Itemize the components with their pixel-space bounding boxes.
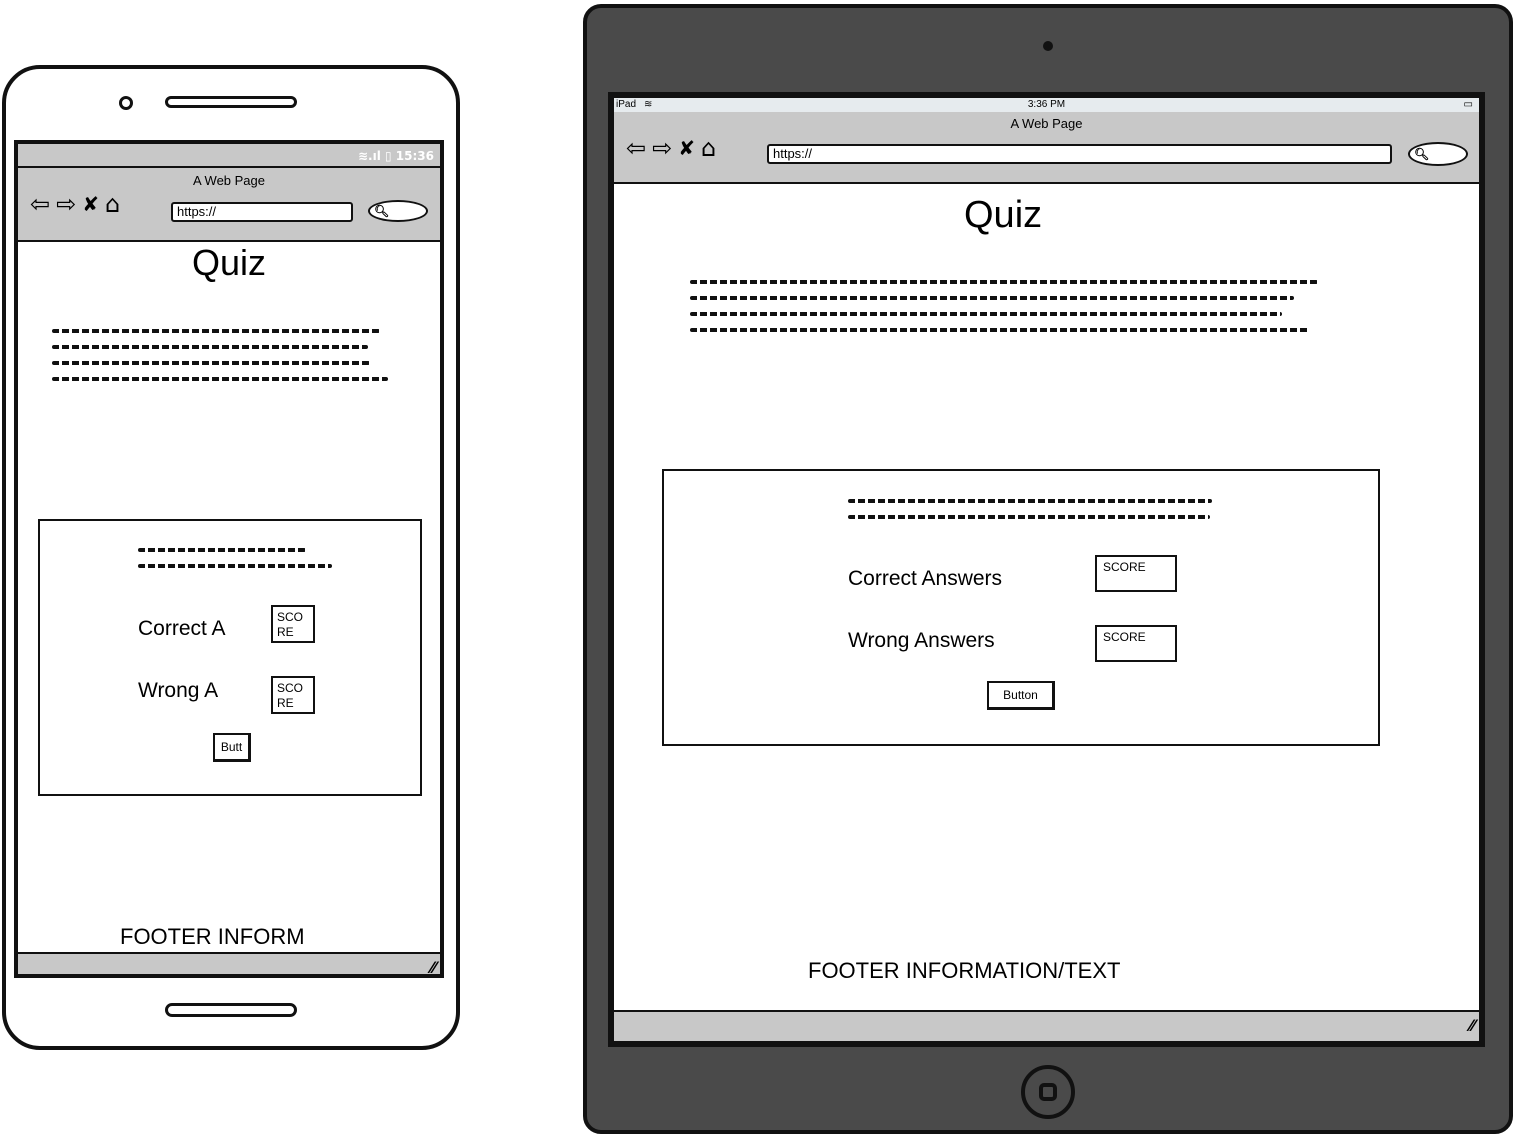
phone-browser-toolbar: A Web Page ⇦ ⇨ ✘ ⌂ https:// 🔍︎ xyxy=(18,168,440,242)
tablet-status-time: 3:36 PM xyxy=(1027,99,1066,110)
submit-button[interactable]: Button xyxy=(987,681,1055,710)
question-placeholder-text xyxy=(138,548,333,568)
footer-bar: ⁄⁄ xyxy=(18,952,440,974)
search-button[interactable]: 🔍︎ xyxy=(368,200,428,222)
wrong-answers-label: Wrong Answers xyxy=(848,629,995,652)
tablet-camera-icon xyxy=(1043,41,1053,51)
submit-button[interactable]: Butt xyxy=(213,733,251,762)
search-icon: 🔍︎ xyxy=(374,204,390,218)
wifi-icon: ≋.ıl xyxy=(357,149,381,163)
question-placeholder-text xyxy=(848,499,1214,519)
wrong-score-box: SCO RE xyxy=(271,676,315,714)
tablet-screen: iPad ≋ 3:36 PM ▭ A Web Page ⇦ ⇨ ✘ ⌂ http… xyxy=(608,92,1485,1047)
footer-bar: ⁄⁄ xyxy=(614,1010,1479,1041)
url-input[interactable]: https:// xyxy=(171,202,353,222)
intro-placeholder-text xyxy=(690,280,1320,332)
close-icon[interactable]: ✘ xyxy=(82,192,99,216)
tablet-browser-toolbar: A Web Page ⇦ ⇨ ✘ ⌂ https:// 🔍︎ xyxy=(614,112,1479,184)
phone-status-bar: ≋.ıl ▯ 15:36 xyxy=(18,144,440,168)
phone-home-button[interactable] xyxy=(165,1003,297,1017)
correct-score-box: SCO RE xyxy=(271,605,315,643)
page-title: Quiz xyxy=(964,194,1043,236)
quiz-card: Correct Answers SCORE Wrong Answers SCOR… xyxy=(662,469,1380,746)
intro-placeholder-text xyxy=(52,329,388,381)
correct-answers-label: Correct Answers xyxy=(848,567,1003,590)
page-title: Quiz xyxy=(191,242,267,283)
close-icon[interactable]: ✘ xyxy=(678,136,695,160)
battery-icon: ▭ xyxy=(1463,99,1473,110)
browser-title: A Web Page xyxy=(1010,116,1083,131)
wrong-answers-label: Wrong A xyxy=(138,679,219,702)
tablet-status-bar: iPad ≋ 3:36 PM ▭ xyxy=(614,98,1479,112)
home-icon[interactable]: ⌂ xyxy=(105,190,120,218)
search-icon: 🔍︎ xyxy=(1414,147,1430,161)
phone-speaker xyxy=(165,96,297,108)
search-button[interactable]: 🔍︎ xyxy=(1408,142,1468,166)
resize-grip-icon[interactable]: ⁄⁄ xyxy=(1470,1016,1475,1035)
browser-title: A Web Page xyxy=(192,173,266,188)
battery-icon: ▯ xyxy=(385,149,392,163)
home-button-icon xyxy=(1039,1083,1057,1101)
quiz-card: Correct A SCO RE Wrong A SCO RE Butt xyxy=(38,519,422,796)
back-arrow-icon[interactable]: ⇦ xyxy=(30,190,50,218)
phone-camera-icon xyxy=(119,96,133,110)
phone-status-time: 15:36 xyxy=(395,149,434,163)
forward-arrow-icon[interactable]: ⇨ xyxy=(652,134,672,162)
resize-grip-icon[interactable]: ⁄⁄ xyxy=(431,958,436,974)
tablet-home-button[interactable] xyxy=(1021,1065,1075,1119)
footer-text: FOOTER INFORMATION/TEXT xyxy=(808,958,1121,983)
correct-score-box: SCORE xyxy=(1095,555,1177,592)
forward-arrow-icon[interactable]: ⇨ xyxy=(56,190,76,218)
home-icon[interactable]: ⌂ xyxy=(701,134,716,162)
phone-screen: ≋.ıl ▯ 15:36 A Web Page ⇦ ⇨ ✘ ⌂ https://… xyxy=(14,140,444,978)
correct-answers-label: Correct A xyxy=(138,617,226,640)
wrong-score-box: SCORE xyxy=(1095,625,1177,662)
back-arrow-icon[interactable]: ⇦ xyxy=(626,134,646,162)
url-input[interactable]: https:// xyxy=(767,144,1392,164)
footer-text: FOOTER INFORM xyxy=(120,924,305,949)
